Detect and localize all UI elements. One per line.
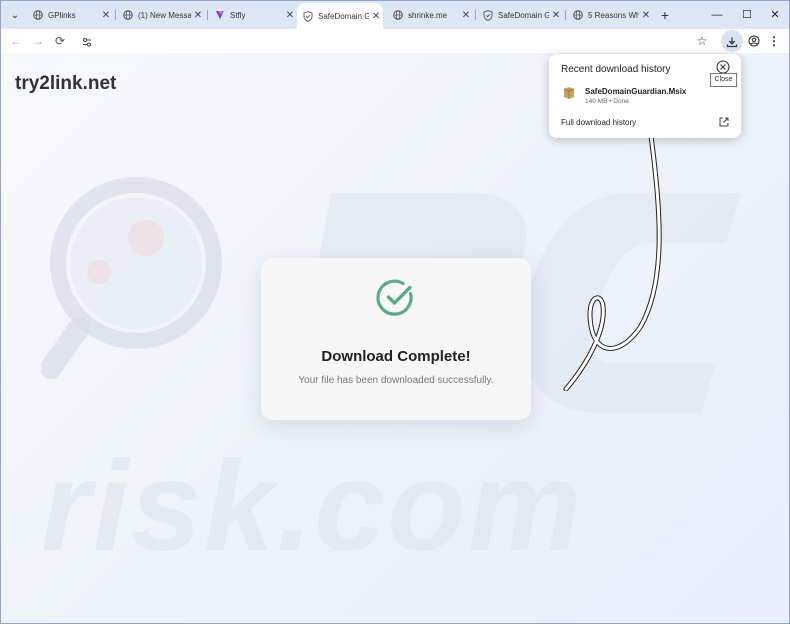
browser-window: ⌄ GPlinks ✕ (1) New Message! ✕ Stfly ✕ — [0, 0, 790, 624]
close-tooltip: Close — [710, 73, 737, 87]
card-subtitle: Your file has been downloaded successful… — [298, 375, 494, 386]
site-info-icon[interactable] — [81, 35, 93, 47]
tab-search-button[interactable]: ⌄ — [6, 7, 24, 23]
globe-icon — [573, 10, 583, 20]
tab-gplinks[interactable]: GPlinks ✕ — [27, 5, 113, 25]
tab-stfly[interactable]: Stfly ✕ — [209, 5, 297, 25]
globe-icon — [33, 10, 43, 20]
tab-new-message[interactable]: (1) New Message! ✕ — [117, 5, 205, 25]
shield-icon — [303, 10, 313, 22]
tab-close-icon[interactable]: ✕ — [459, 10, 473, 21]
download-filename[interactable]: SafeDomainGuardian.Msix — [585, 87, 686, 96]
globe-icon — [123, 10, 133, 20]
tab-close-icon[interactable]: ✕ — [283, 10, 297, 21]
tab-shrinkeme[interactable]: shrinke.me ✕ — [387, 5, 473, 25]
download-complete-card: Download Complete! Your file has been do… — [261, 258, 531, 420]
annotation-arrow — [563, 133, 662, 391]
card-title: Download Complete! — [321, 348, 471, 365]
tab-close-icon[interactable]: ✕ — [99, 10, 113, 21]
shield-icon — [483, 9, 493, 21]
tab-separator — [565, 10, 566, 20]
tab-title: SafeDomain Guardian — [498, 10, 549, 20]
tab-close-icon[interactable]: ✕ — [549, 10, 563, 21]
reload-button[interactable]: ⟳ — [51, 32, 69, 50]
tab-separator — [115, 10, 116, 20]
menu-button[interactable]: ⋮ — [765, 32, 783, 50]
tab-title: GPlinks — [48, 10, 76, 20]
reload-icon: ⟳ — [54, 34, 66, 48]
stfly-logo-icon — [215, 10, 225, 20]
download-history-popup: Recent download history SafeDomainGuardi… — [549, 54, 741, 138]
tab-safedomain-2[interactable]: SafeDomain Guardian ✕ — [477, 5, 563, 25]
address-bar[interactable] — [75, 31, 715, 51]
site-logo[interactable]: try2link.net — [15, 73, 116, 95]
download-popup-heading: Recent download history — [561, 64, 671, 75]
watermark-magnifier — [41, 177, 222, 379]
kebab-menu-icon: ⋮ — [768, 34, 780, 48]
arrow-right-icon: → — [32, 34, 44, 48]
download-icon — [726, 35, 738, 53]
package-icon — [563, 87, 575, 99]
full-download-history-link[interactable]: Full download history — [561, 118, 636, 127]
profile-button[interactable] — [745, 32, 763, 50]
tab-separator — [475, 10, 476, 20]
tab-title: Stfly — [230, 10, 246, 20]
minimize-button[interactable]: — — [707, 5, 727, 25]
close-window-button[interactable]: ✕ — [765, 5, 785, 25]
watermark-text: risk.com — [41, 435, 584, 578]
tab-title: 5 Reasons Why — [588, 10, 639, 20]
tab-close-icon[interactable]: ✕ — [191, 10, 205, 21]
browser-toolbar: ← → ⟳ ☆ ⋮ — [1, 29, 789, 53]
tab-separator — [207, 10, 208, 20]
chevron-down-icon: ⌄ — [10, 9, 20, 21]
back-button[interactable]: ← — [7, 32, 25, 50]
tab-5-reasons[interactable]: 5 Reasons Why ✕ — [567, 5, 653, 25]
downloads-button[interactable] — [721, 30, 743, 52]
arrow-left-icon: ← — [10, 34, 22, 48]
close-circle-icon[interactable] — [716, 60, 730, 74]
account-circle-icon — [748, 35, 760, 50]
tab-safedomain-active[interactable]: SafeDomain Guardian ✕ — [297, 3, 383, 29]
tab-close-icon[interactable]: ✕ — [639, 10, 653, 21]
tab-strip: ⌄ GPlinks ✕ (1) New Message! ✕ Stfly ✕ — [1, 1, 789, 29]
maximize-button[interactable]: ☐ — [737, 5, 757, 25]
bookmark-star-icon[interactable]: ☆ — [693, 32, 711, 50]
forward-button[interactable]: → — [29, 32, 47, 50]
tab-title: (1) New Message! — [138, 10, 191, 20]
download-meta: 140 MB • Done — [585, 98, 629, 105]
new-tab-button[interactable]: + — [657, 6, 673, 24]
open-external-icon[interactable] — [718, 116, 730, 128]
globe-icon — [393, 10, 403, 20]
tab-close-icon[interactable]: ✕ — [369, 11, 383, 22]
check-circle-icon — [376, 279, 413, 316]
tab-title: shrinke.me — [408, 10, 448, 20]
tab-title: SafeDomain Guardian — [318, 11, 369, 21]
